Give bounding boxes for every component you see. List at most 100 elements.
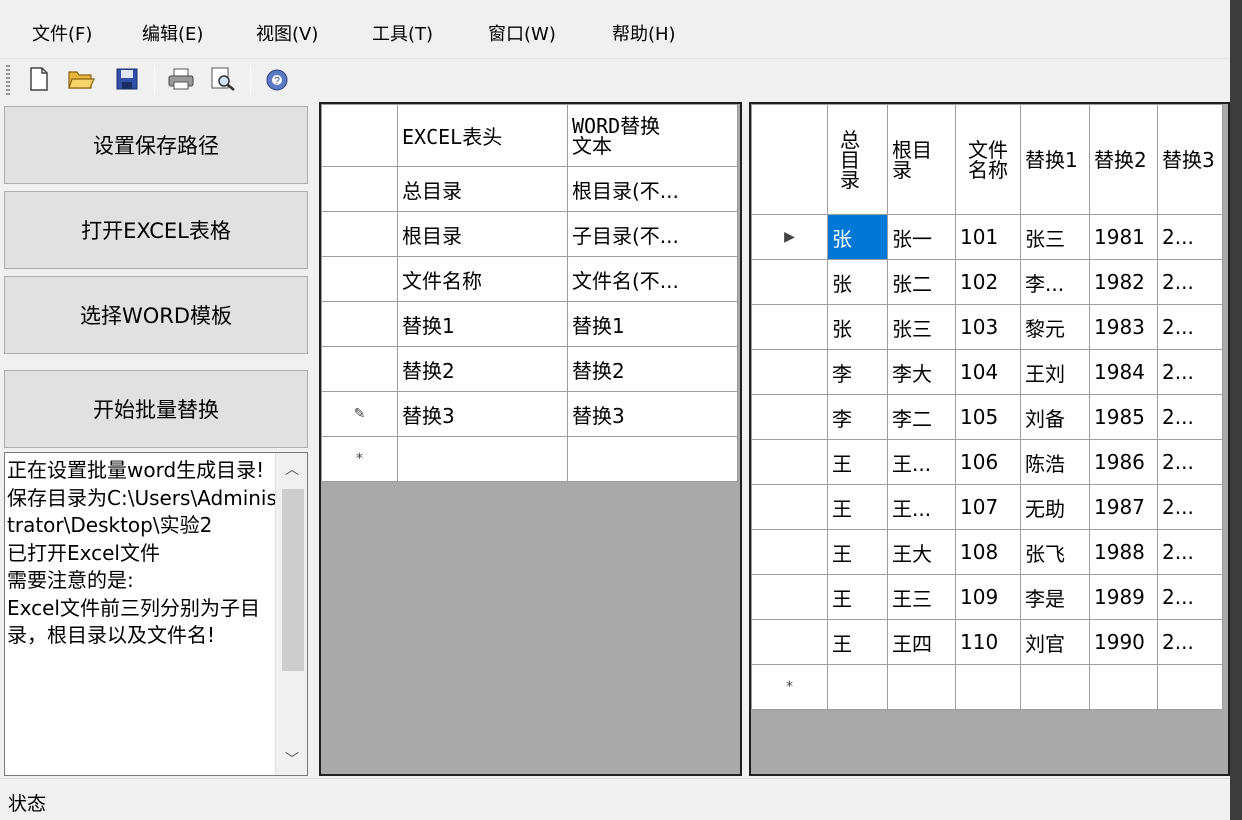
table-row[interactable]: 文件名称 文件名(不... bbox=[321, 256, 738, 302]
table-cell[interactable]: 刘备 bbox=[1020, 394, 1090, 440]
table-cell[interactable]: 张二 bbox=[887, 259, 956, 305]
table-cell[interactable]: 替换1 bbox=[397, 301, 568, 347]
column-header-word[interactable]: WORD替换 文本 bbox=[567, 104, 738, 167]
menu-help[interactable]: 帮助(H) bbox=[608, 18, 680, 48]
table-cell[interactable]: 王四 bbox=[887, 619, 956, 665]
table-cell[interactable]: 2... bbox=[1157, 214, 1223, 260]
table-cell[interactable]: 1985 bbox=[1089, 394, 1158, 440]
row-header[interactable] bbox=[751, 574, 828, 620]
log-textbox[interactable]: 正在设置批量word生成目录! 保存目录为C:\Users\Administra… bbox=[4, 452, 308, 776]
table-cell[interactable]: 替换1 bbox=[567, 301, 738, 347]
table-row[interactable]: 李李二 105 刘备 1985 2... bbox=[751, 394, 1223, 440]
row-header[interactable] bbox=[321, 166, 398, 212]
table-cell[interactable]: 替换2 bbox=[567, 346, 738, 392]
table-cell[interactable]: 王 bbox=[827, 574, 888, 620]
table-cell[interactable]: 张飞 bbox=[1020, 529, 1090, 575]
table-row[interactable]: 王王... 106 陈浩 1986 2... bbox=[751, 439, 1223, 485]
table-cell[interactable]: 文件名称 bbox=[397, 256, 568, 302]
table-cell[interactable]: 王 bbox=[827, 619, 888, 665]
table-cell[interactable] bbox=[1089, 664, 1158, 710]
row-header[interactable]: ▶ bbox=[751, 214, 828, 260]
table-row[interactable]: ▶ 张张一 101 张三 1981 2... bbox=[751, 214, 1223, 260]
row-header[interactable] bbox=[751, 619, 828, 665]
mapping-grid[interactable]: EXCEL表头 WORD替换 文本 总目录 根目录(不... 根目录 子目录(不...… bbox=[319, 102, 742, 776]
grid-corner[interactable] bbox=[751, 104, 828, 215]
data-grid[interactable]: 总目录 根目录 文件名称 替换1 替换2 替换3 ▶ 张张一 101 张三 1981 2.… bbox=[749, 102, 1230, 776]
table-cell[interactable]: 102 bbox=[955, 259, 1021, 305]
table-row[interactable]: 替换2 替换2 bbox=[321, 346, 738, 392]
table-cell[interactable]: 104 bbox=[955, 349, 1021, 395]
table-row[interactable]: 张张三 103 黎元 1983 2... bbox=[751, 304, 1223, 350]
table-cell[interactable]: 张一 bbox=[887, 214, 956, 260]
table-cell[interactable]: 替换3 bbox=[397, 391, 568, 437]
table-cell[interactable]: 总目录 bbox=[397, 166, 568, 212]
table-cell[interactable]: 2... bbox=[1157, 574, 1223, 620]
table-cell[interactable]: 根目录 bbox=[397, 211, 568, 257]
select-word-template-button[interactable]: 选择WORD模板 bbox=[4, 276, 308, 354]
column-header-replace3[interactable]: 替换3 bbox=[1157, 104, 1223, 215]
table-row[interactable]: 替换1 替换1 bbox=[321, 301, 738, 347]
row-header[interactable]: ✎ bbox=[321, 391, 398, 437]
table-cell[interactable]: 陈浩 bbox=[1020, 439, 1090, 485]
row-header[interactable] bbox=[321, 211, 398, 257]
new-file-icon[interactable] bbox=[24, 64, 54, 94]
table-row[interactable]: 张张二 102 李... 1982 2... bbox=[751, 259, 1223, 305]
table-row[interactable]: * bbox=[321, 436, 738, 482]
row-header[interactable]: * bbox=[751, 664, 828, 710]
table-cell[interactable] bbox=[827, 664, 888, 710]
table-cell[interactable]: 张 bbox=[827, 214, 888, 260]
table-cell[interactable]: 1984 bbox=[1089, 349, 1158, 395]
help-icon[interactable]: ? bbox=[262, 64, 292, 94]
column-header-root-dir[interactable]: 总目录 bbox=[827, 104, 888, 215]
row-header[interactable] bbox=[321, 301, 398, 347]
table-row[interactable]: 根目录 子目录(不... bbox=[321, 211, 738, 257]
menu-view[interactable]: 视图(V) bbox=[252, 18, 322, 48]
row-header[interactable] bbox=[751, 529, 828, 575]
menu-window[interactable]: 窗口(W) bbox=[484, 18, 560, 48]
table-cell[interactable]: 105 bbox=[955, 394, 1021, 440]
table-row[interactable]: 总目录 根目录(不... bbox=[321, 166, 738, 212]
table-row[interactable]: * bbox=[751, 664, 1223, 710]
table-cell[interactable]: 文件名(不... bbox=[567, 256, 738, 302]
table-cell[interactable]: 张 bbox=[827, 304, 888, 350]
open-folder-icon[interactable] bbox=[66, 64, 96, 94]
table-cell[interactable] bbox=[567, 436, 738, 482]
table-cell[interactable]: 李大 bbox=[887, 349, 956, 395]
table-cell[interactable]: 张三 bbox=[887, 304, 956, 350]
table-cell[interactable]: 107 bbox=[955, 484, 1021, 530]
table-cell[interactable]: 张三 bbox=[1020, 214, 1090, 260]
table-cell[interactable]: 子目录(不... bbox=[567, 211, 738, 257]
table-cell[interactable]: 109 bbox=[955, 574, 1021, 620]
table-cell[interactable]: 李二 bbox=[887, 394, 956, 440]
table-cell[interactable]: 2... bbox=[1157, 529, 1223, 575]
set-save-path-button[interactable]: 设置保存路径 bbox=[4, 106, 308, 184]
table-cell[interactable]: 1983 bbox=[1089, 304, 1158, 350]
column-header-file-name[interactable]: 文件名称 bbox=[955, 104, 1021, 215]
table-cell[interactable]: 刘官 bbox=[1020, 619, 1090, 665]
chevron-up-icon[interactable]: ︿ bbox=[276, 455, 307, 483]
menu-tools[interactable]: 工具(T) bbox=[368, 18, 437, 48]
table-cell[interactable]: 2... bbox=[1157, 484, 1223, 530]
table-cell[interactable]: 王 bbox=[827, 439, 888, 485]
table-cell[interactable]: 1986 bbox=[1089, 439, 1158, 485]
table-cell[interactable] bbox=[955, 664, 1021, 710]
print-preview-icon[interactable] bbox=[208, 64, 238, 94]
table-cell[interactable]: 1990 bbox=[1089, 619, 1158, 665]
menu-file[interactable]: 文件(F) bbox=[28, 18, 96, 48]
table-cell[interactable]: 无助 bbox=[1020, 484, 1090, 530]
table-cell[interactable]: 李 bbox=[827, 349, 888, 395]
start-batch-replace-button[interactable]: 开始批量替换 bbox=[4, 370, 308, 448]
table-cell[interactable] bbox=[1020, 664, 1090, 710]
print-icon[interactable] bbox=[166, 64, 196, 94]
table-cell[interactable]: 张 bbox=[827, 259, 888, 305]
table-cell[interactable]: 王大 bbox=[887, 529, 956, 575]
table-row[interactable]: 李李大 104 王刘 1984 2... bbox=[751, 349, 1223, 395]
table-cell[interactable]: 1987 bbox=[1089, 484, 1158, 530]
table-cell[interactable]: 王... bbox=[887, 484, 956, 530]
column-header-sub-dir[interactable]: 根目录 bbox=[887, 104, 956, 215]
table-cell[interactable]: 106 bbox=[955, 439, 1021, 485]
row-header[interactable] bbox=[751, 259, 828, 305]
log-scrollbar[interactable]: ︿ ﹀ bbox=[275, 453, 307, 775]
table-cell[interactable]: 李是 bbox=[1020, 574, 1090, 620]
table-cell[interactable]: 李 bbox=[827, 394, 888, 440]
